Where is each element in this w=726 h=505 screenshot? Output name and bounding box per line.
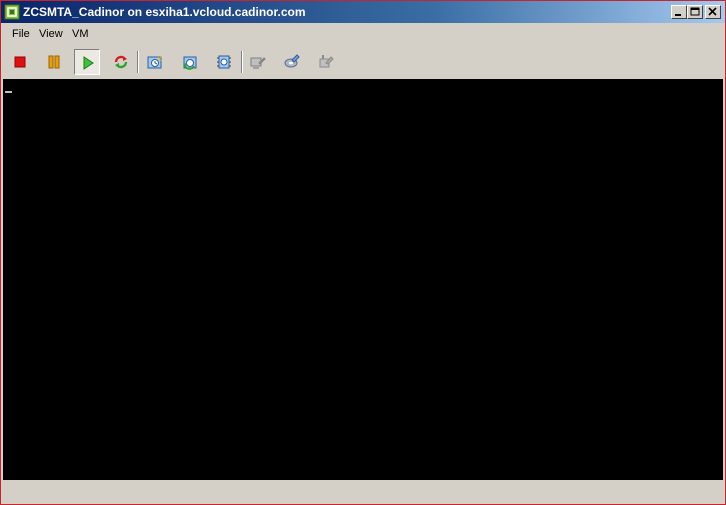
reset-button[interactable] xyxy=(108,49,134,75)
title-bar[interactable]: ZCSMTA_Cadinor on esxiha1.vcloud.cadinor… xyxy=(1,1,725,23)
take-snapshot-icon xyxy=(147,55,162,69)
close-icon xyxy=(708,7,717,16)
revert-snapshot-icon xyxy=(183,56,197,70)
revert-snapshot-button[interactable] xyxy=(177,49,203,75)
menu-file[interactable]: File xyxy=(12,28,30,40)
snapshot-manager-icon xyxy=(217,55,231,69)
reset-icon xyxy=(114,55,128,69)
edit-settings-icon xyxy=(319,55,334,68)
status-bar xyxy=(1,482,725,504)
text-cursor xyxy=(5,91,12,93)
vmware-vm-icon xyxy=(4,4,20,20)
connect-device-button[interactable] xyxy=(279,49,305,75)
window-title: ZCSMTA_Cadinor on esxiha1.vcloud.cadinor… xyxy=(23,5,306,19)
toolbar-separator xyxy=(241,51,243,73)
edit-settings-button[interactable] xyxy=(313,49,339,75)
maximize-button[interactable] xyxy=(687,5,703,19)
take-snapshot-button[interactable] xyxy=(142,49,168,75)
vm-settings-button[interactable] xyxy=(245,49,271,75)
play-icon xyxy=(83,56,94,70)
minimize-icon xyxy=(675,14,681,16)
menu-bar: File View VM xyxy=(1,24,725,44)
power-on-button[interactable] xyxy=(74,49,100,75)
connect-device-icon xyxy=(284,54,300,68)
vm-settings-icon xyxy=(250,57,266,69)
vm-console-window: ZCSMTA_Cadinor on esxiha1.vcloud.cadinor… xyxy=(0,0,726,505)
maximize-icon xyxy=(690,7,700,16)
vm-console-screen[interactable] xyxy=(3,79,723,480)
snapshot-manager-button[interactable] xyxy=(211,49,237,75)
toolbar xyxy=(1,45,725,77)
toolbar-separator xyxy=(137,51,139,73)
menu-vm[interactable]: VM xyxy=(72,28,89,40)
minimize-button[interactable] xyxy=(671,5,687,19)
stop-icon xyxy=(14,56,26,68)
close-button[interactable] xyxy=(705,5,721,19)
menu-view[interactable]: View xyxy=(39,28,63,40)
suspend-button[interactable] xyxy=(41,49,67,75)
power-off-button[interactable] xyxy=(7,49,33,75)
pause-icon xyxy=(48,55,60,69)
